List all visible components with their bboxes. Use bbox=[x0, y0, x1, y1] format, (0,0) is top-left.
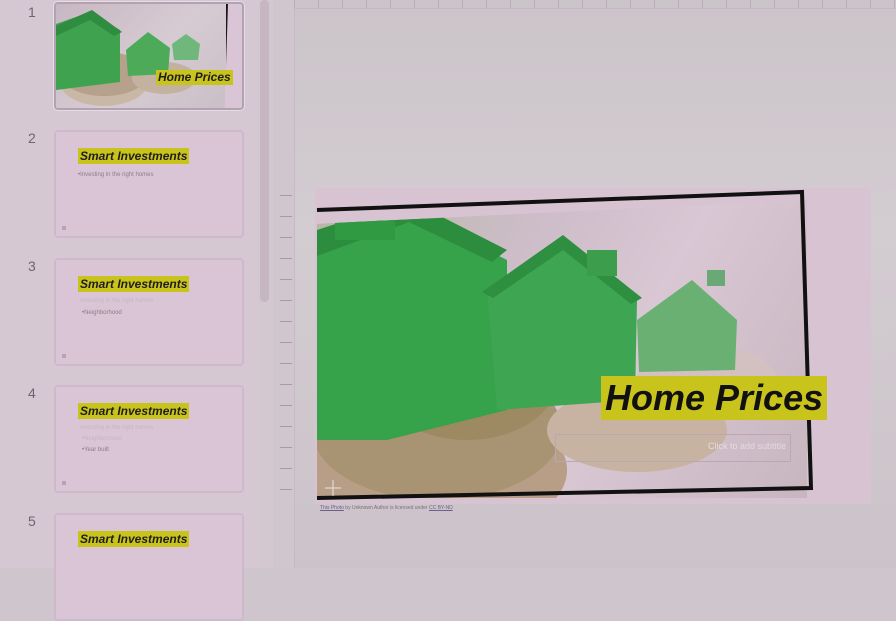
slide-number-4: 4 bbox=[28, 385, 36, 401]
thumbnail-bullet: •Neighborhood bbox=[82, 310, 122, 316]
subtitle-placeholder-box[interactable]: Click to add subtitle bbox=[555, 434, 791, 462]
slide-number-5: 5 bbox=[28, 513, 36, 529]
thumbnail-marker bbox=[62, 481, 66, 485]
thumbnail-title: Home Prices bbox=[156, 70, 233, 85]
thumbnail-bullet: •Investing in the right homes bbox=[78, 172, 154, 178]
thumbnail-title: Smart Investments bbox=[78, 531, 190, 547]
thumbnail-title: Smart Investments bbox=[78, 148, 190, 164]
slide-thumbnail-3[interactable]: Smart Investments Investing in the right… bbox=[54, 258, 244, 366]
attribution-license-link[interactable]: CC BY-ND bbox=[429, 505, 453, 511]
thumbnail-title: Smart Investments bbox=[78, 276, 190, 292]
thumbnail-photo bbox=[56, 4, 228, 108]
thumbnail-houses-image bbox=[56, 10, 200, 106]
slide-thumbnail-4[interactable]: Smart Investments Investing in the right… bbox=[54, 385, 244, 493]
slide-thumbnail-2[interactable]: Smart Investments •Investing in the righ… bbox=[54, 130, 244, 238]
slide-number-1: 1 bbox=[28, 4, 36, 20]
thumbnail-bullet: Investing in the right homes bbox=[80, 298, 154, 304]
vertical-ruler-ticks bbox=[280, 195, 292, 505]
thumbnail-bullet: •Year built bbox=[82, 447, 109, 453]
horizontal-ruler bbox=[294, 0, 896, 9]
slide-title[interactable]: Home Prices bbox=[601, 376, 828, 420]
photo-attribution: This Photo by Unknown Author is licensed… bbox=[320, 505, 453, 511]
thumbnail-marker bbox=[62, 226, 66, 230]
thumbnail-scrollbar-thumb[interactable] bbox=[260, 0, 269, 302]
slide-number-3: 3 bbox=[28, 258, 36, 274]
subtitle-placeholder-text: Click to add subtitle bbox=[707, 441, 786, 451]
thumbnail-pane: 1 Home Prices 2 Smart Investments •Inves… bbox=[0, 0, 258, 621]
thumbnail-marker bbox=[62, 354, 66, 358]
thumbnail-title: Smart Investments bbox=[78, 403, 190, 419]
thumbnail-bullet: Investing in the right homes bbox=[80, 425, 154, 431]
slide-thumbnail-5[interactable]: Smart Investments bbox=[54, 513, 244, 621]
attribution-photo-link[interactable]: This Photo bbox=[320, 505, 344, 511]
slide-number-2: 2 bbox=[28, 130, 36, 146]
attribution-text: by Unknown Author is licensed under bbox=[343, 505, 429, 511]
slide-canvas[interactable]: Home Prices Click to add subtitle bbox=[315, 188, 871, 504]
slide-thumbnail-1[interactable]: Home Prices bbox=[54, 2, 244, 110]
thumbnail-bullet: •Neighborhood bbox=[82, 436, 122, 442]
crosshair-icon[interactable] bbox=[325, 480, 341, 496]
